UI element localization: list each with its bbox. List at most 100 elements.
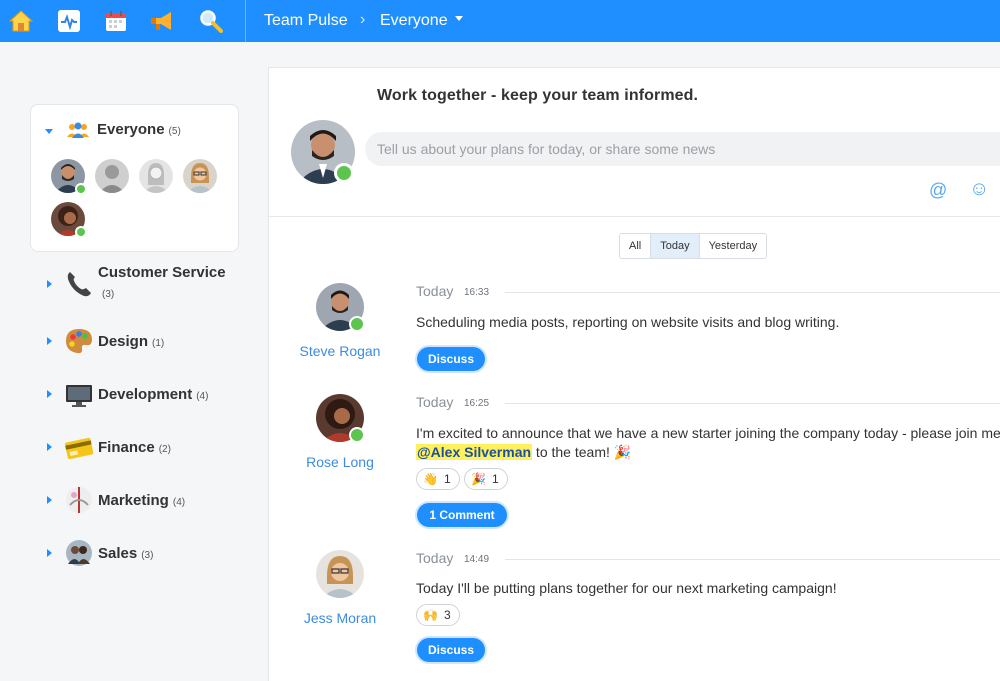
group-name: Design <box>98 333 149 350</box>
online-status-dot <box>334 163 354 183</box>
group-count: (2) <box>158 444 171 455</box>
reaction-chip[interactable]: 🙌 3 <box>416 604 460 626</box>
status-update-input[interactable] <box>365 132 1000 166</box>
breadcrumb-current-dropdown[interactable]: Everyone <box>380 12 463 30</box>
post-time: 16:33 <box>464 287 490 298</box>
top-navigation-bar: Team Pulse › Everyone <box>0 0 1000 42</box>
calendar-icon[interactable] <box>102 7 130 35</box>
post-day: Today <box>416 283 454 299</box>
marketing-icon <box>64 485 94 515</box>
author-name-link[interactable]: Jess Moran <box>290 610 390 626</box>
raised-hands-emoji-icon: 🙌 <box>423 608 438 622</box>
post-time: 14:49 <box>464 554 490 565</box>
group-name: Marketing <box>98 492 169 509</box>
discuss-button[interactable]: Discuss <box>417 347 485 371</box>
filter-all[interactable]: All <box>620 234 652 258</box>
group-count: (4) <box>172 497 186 508</box>
phone-icon <box>64 269 94 299</box>
group-title-row: Finance (2) <box>98 439 171 457</box>
group-count: (1) <box>152 338 165 349</box>
team-icon <box>66 121 90 139</box>
reaction-count: 1 <box>491 472 499 486</box>
divider <box>269 216 1000 217</box>
post-text-tail: to the team! 🎉 <box>532 444 632 460</box>
discuss-button[interactable]: Discuss <box>417 638 485 662</box>
post-separator <box>505 559 1000 560</box>
user-mention-link[interactable]: @Alex Silverman <box>416 444 533 460</box>
avatar[interactable] <box>183 159 217 193</box>
expand-caret-icon[interactable] <box>47 443 52 451</box>
party-emoji-icon: 🎉 <box>471 472 486 486</box>
everyone-group-title: Everyone (5) <box>97 121 181 139</box>
group-name: Development <box>98 386 193 403</box>
group-count: (5) <box>168 126 181 137</box>
sidebar-item-finance[interactable]: Finance (2) <box>40 432 240 462</box>
post-separator <box>505 403 1000 404</box>
breadcrumb-current-label: Everyone <box>380 12 448 29</box>
breadcrumb-chevron-icon: › <box>360 11 366 28</box>
group-name: Customer Service <box>98 264 226 281</box>
palette-icon <box>64 326 94 356</box>
group-count: (3) <box>141 550 154 561</box>
everyone-group-card[interactable]: Everyone (5) <box>30 104 239 252</box>
expand-caret-icon[interactable] <box>47 390 52 398</box>
filter-today[interactable]: Today <box>651 234 700 258</box>
group-count: (4) <box>196 391 209 402</box>
post-time: 16:25 <box>464 398 490 409</box>
post-separator <box>505 292 1000 293</box>
online-status-dot <box>349 316 365 332</box>
wave-emoji-icon: 👋 <box>423 472 438 486</box>
expand-caret-icon[interactable] <box>47 549 52 557</box>
breadcrumb-root[interactable]: Team Pulse <box>264 12 348 30</box>
avatar[interactable] <box>139 159 173 193</box>
group-name: Sales <box>98 545 138 562</box>
group-count: (3) <box>102 289 115 300</box>
sidebar-item-sales[interactable]: Sales (3) <box>40 538 240 568</box>
group-title-row: Design (1) <box>98 333 164 351</box>
mention-icon[interactable]: @ <box>929 180 947 201</box>
author-name-link[interactable]: Steve Rogan <box>290 343 390 359</box>
post-text: Scheduling media posts, reporting on web… <box>416 314 840 330</box>
reaction-count: 3 <box>443 608 451 622</box>
group-name: Finance <box>98 439 155 456</box>
monitor-icon <box>64 380 94 410</box>
reaction-chip[interactable]: 👋 1 <box>416 468 460 490</box>
reaction-chip[interactable]: 🎉 1 <box>464 468 508 490</box>
expand-caret-icon[interactable] <box>47 337 52 345</box>
author-name-link[interactable]: Rose Long <box>290 454 390 470</box>
credit-card-icon <box>64 433 94 463</box>
avatar[interactable] <box>95 159 129 193</box>
composer-title: Work together - keep your team informed. <box>377 87 699 104</box>
post-text-line: @Alex Silverman to the team! 🎉 <box>416 444 631 461</box>
sales-icon <box>64 538 94 568</box>
group-name: Everyone <box>97 121 165 138</box>
group-title-row: Development (4) <box>98 386 208 404</box>
expand-caret-icon[interactable] <box>47 496 52 504</box>
reaction-count: 1 <box>443 472 451 486</box>
post-text: Today I'll be putting plans together for… <box>416 580 837 596</box>
online-status-dot <box>75 183 87 195</box>
filter-yesterday[interactable]: Yesterday <box>699 234 767 258</box>
group-title-row: Sales (3) <box>98 545 153 563</box>
topbar-divider <box>245 0 246 42</box>
home-icon[interactable] <box>7 7 35 35</box>
comment-button[interactable]: 1 Comment <box>417 503 507 527</box>
sidebar-item-marketing[interactable]: Marketing (4) <box>40 485 240 515</box>
activity-icon[interactable] <box>55 7 83 35</box>
post-day: Today <box>416 550 454 566</box>
sidebar-item-development[interactable]: Development (4) <box>40 379 240 409</box>
sidebar-item-design[interactable]: Design (1) <box>40 326 240 356</box>
author-avatar[interactable] <box>316 550 364 598</box>
online-status-dot <box>75 226 87 238</box>
expand-caret-icon[interactable] <box>45 129 53 134</box>
post-text-line: I'm excited to announce that we have a n… <box>416 425 1000 441</box>
post-day: Today <box>416 394 454 410</box>
emoji-icon[interactable]: ☺ <box>969 178 989 201</box>
main-feed-panel: Work together - keep your team informed.… <box>268 67 1000 681</box>
online-status-dot <box>349 427 365 443</box>
chevron-down-icon <box>454 16 463 22</box>
megaphone-icon[interactable] <box>148 7 176 35</box>
search-icon[interactable] <box>197 7 225 35</box>
expand-caret-icon[interactable] <box>47 280 52 288</box>
sidebar-item-customer-service[interactable]: Customer Service (3) <box>40 264 240 304</box>
